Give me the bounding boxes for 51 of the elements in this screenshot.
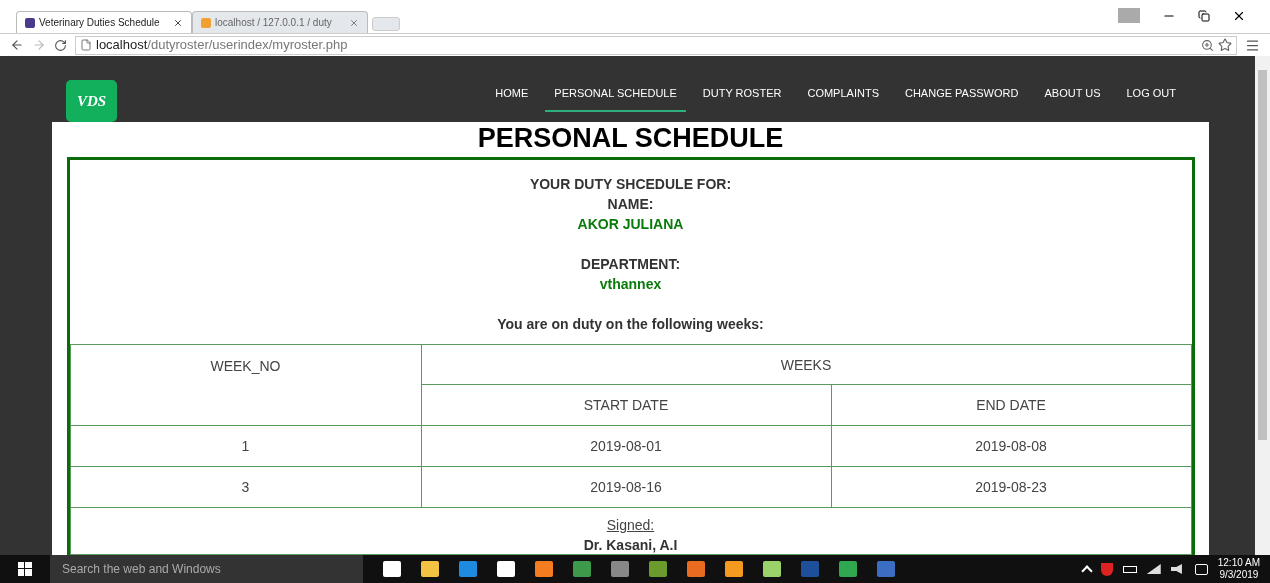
column-header: START DATE — [421, 384, 831, 426]
taskbar-search-field[interactable]: Search the web and Windows — [50, 555, 363, 583]
column-header: WEEK_NO — [70, 344, 421, 426]
column-header: WEEKS — [421, 344, 1191, 385]
clock-date[interactable]: 9/3/2019 — [1219, 569, 1259, 581]
intro-text: You are on duty on the following weeks: — [497, 315, 764, 334]
table-cell: 2019-08-23 — [831, 466, 1191, 508]
tab-title: localhost / 127.0.0.1 / duty — [215, 16, 333, 30]
clock-time[interactable]: 12:10 AM — [1217, 557, 1260, 569]
user-name: AKOR JULIANA — [577, 215, 684, 234]
schedule-heading: YOUR DUTY SHCEDULE FOR: — [529, 175, 732, 194]
bookmark-star-icon[interactable] — [1218, 38, 1232, 52]
page-icon — [80, 39, 92, 51]
table-cell: 2019-08-08 — [831, 425, 1191, 467]
page-title: PERSONAL SCHEDULE — [477, 122, 784, 154]
new-tab-button[interactable] — [372, 17, 400, 31]
name-label: NAME: — [607, 195, 654, 214]
url-text: localhost/dutyroster/userindex/myroster.php — [96, 36, 348, 55]
tab-favicon-icon — [25, 17, 35, 28]
column-header: END DATE — [831, 384, 1191, 426]
nav-link[interactable]: CHANGE PASSWORD — [895, 85, 1028, 112]
back-icon[interactable] — [10, 38, 24, 52]
table-cell: 3 — [70, 466, 421, 508]
nav-link[interactable]: LOG OUT — [1117, 85, 1185, 112]
browser-tab[interactable]: localhost / 127.0.0.1 / duty — [192, 11, 368, 33]
nav-link[interactable]: ABOUT US — [1035, 85, 1110, 112]
nav-link[interactable]: DUTY ROSTER — [693, 85, 791, 112]
forward-icon[interactable] — [32, 38, 46, 52]
close-icon[interactable] — [173, 17, 183, 28]
restore-icon[interactable] — [1198, 9, 1210, 22]
nav-link[interactable]: HOME — [486, 85, 538, 112]
windows-start-icon[interactable] — [18, 562, 32, 576]
table-cell: 2019-08-16 — [421, 466, 831, 508]
nav-link[interactable]: COMPLAINTS — [798, 85, 888, 112]
table-cell: 2019-08-01 — [421, 425, 831, 467]
address-bar[interactable]: localhost/dutyroster/userindex/myroster.php — [75, 35, 1237, 55]
zoom-icon[interactable] — [1201, 38, 1214, 52]
menu-icon[interactable] — [1245, 37, 1260, 53]
department-name: vthannex — [599, 275, 662, 294]
tab-favicon-icon — [201, 17, 211, 28]
tab-title: Veterinary Duties Schedule — [39, 16, 161, 30]
nav-link[interactable]: PERSONAL SCHEDULE — [545, 85, 686, 112]
shield-icon[interactable] — [1100, 562, 1113, 576]
department-label: DEPARTMENT: — [580, 255, 681, 274]
scrollbar[interactable] — [1255, 56, 1270, 555]
table-cell: 1 — [70, 425, 421, 467]
signer-name: Dr. Kasani, A.I — [582, 536, 679, 554]
reload-icon[interactable] — [54, 38, 67, 52]
battery-icon[interactable] — [1122, 565, 1137, 573]
browser-tab[interactable]: Veterinary Duties Schedule — [16, 11, 192, 33]
signed-label: Signed: — [605, 516, 656, 534]
